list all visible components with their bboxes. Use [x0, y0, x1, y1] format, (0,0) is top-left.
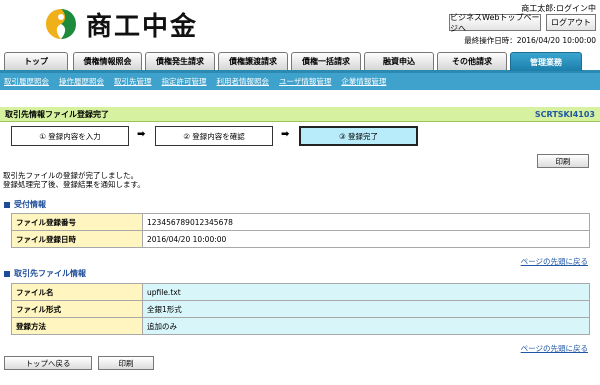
reception-info-table: ファイル登録番号 12345678901234567​8 ファイル登録日時 20…	[11, 213, 590, 248]
subnav-operation-history[interactable]: 操作履歴照会	[59, 76, 104, 87]
file-info-table: ファイル名 upfile.txt ファイル形式 全銀1形式 登録方法 追加のみ	[11, 283, 590, 335]
back-to-page-top-link[interactable]: ページの先頭に戻る	[521, 343, 588, 354]
table-row: ファイル名 upfile.txt	[11, 283, 590, 301]
tab-claim-inquiry[interactable]: 債権情報照会	[73, 52, 142, 70]
subnav-user-info-management[interactable]: ユーザ情報管理	[279, 76, 331, 87]
logo: 商工中金	[44, 6, 219, 42]
tab-other-requests[interactable]: その他請求	[437, 52, 507, 70]
step-confirm: ② 登録内容を確認	[155, 126, 273, 146]
file-registration-number: 12345678901234567​8	[142, 213, 590, 231]
print-button[interactable]: 印刷	[98, 356, 154, 370]
logout-button[interactable]: ログアウト	[546, 14, 596, 31]
file-registration-datetime: 2016/04/20 10:00:00	[142, 230, 590, 248]
subnav-designated-permission[interactable]: 指定許可管理	[162, 76, 207, 87]
step-arrow-icon: ➡	[137, 129, 146, 140]
tab-admin[interactable]: 管理業務	[510, 52, 582, 71]
subnav-partner-management[interactable]: 取引先管理	[114, 76, 152, 87]
logo-text: 商工中金	[86, 11, 199, 42]
file-info-heading: 取引先ファイル情報	[4, 268, 86, 279]
file-format: 全銀1形式	[142, 300, 590, 318]
field-label: ファイル名	[11, 283, 143, 301]
page-title-bar: 取引先情報ファイル登録完了 SCRTSKI4103	[0, 107, 600, 122]
tab-claim-transfer[interactable]: 債権譲渡請求	[218, 52, 288, 70]
step-complete: ③ 登録完了	[299, 126, 418, 146]
table-row: ファイル登録番号 12345678901234567​8	[11, 213, 590, 231]
reception-info-heading: 受付情報	[4, 199, 46, 210]
subnav-transaction-history[interactable]: 取引履歴照会	[4, 76, 49, 87]
table-row: 登録方法 追加のみ	[11, 317, 590, 335]
completion-message: 取引先ファイルの登録が完了しました。 登録処理完了後、登録結果を通知します。	[3, 171, 145, 189]
field-label: 登録方法	[11, 317, 143, 335]
print-button[interactable]: 印刷	[537, 154, 589, 168]
square-bullet-icon	[4, 270, 10, 277]
file-name: upfile.txt	[142, 283, 590, 301]
header: 商工中金 商工太郎:ログイン中 ビジネスWebトップページへ ログアウト 最終操…	[0, 0, 600, 48]
tab-top[interactable]: トップ	[4, 52, 68, 70]
table-row: ファイル形式 全銀1形式	[11, 300, 590, 318]
sub-navigation: 取引履歴照会 操作履歴照会 取引先管理 指定許可管理 利用者情報照会 ユーザ情報…	[0, 73, 600, 90]
back-to-top-button[interactable]: トップへ戻る	[4, 356, 92, 370]
table-row: ファイル登録日時 2016/04/20 10:00:00	[11, 230, 590, 248]
subnav-company-info-management[interactable]: 企業情報管理	[341, 76, 386, 87]
main-tabs: トップ 債権情報照会 債権発生請求 債権譲渡請求 債権一括請求 融資申込 その他…	[0, 52, 600, 73]
field-label: ファイル形式	[11, 300, 143, 318]
tab-bulk-request[interactable]: 債権一括請求	[291, 52, 361, 70]
subnav-user-info-inquiry[interactable]: 利用者情報照会	[217, 76, 270, 87]
step-input: ① 登録内容を入力	[11, 126, 129, 146]
field-label: ファイル登録番号	[11, 213, 143, 231]
tab-loan-application[interactable]: 融資申込	[364, 52, 434, 70]
square-bullet-icon	[4, 201, 10, 208]
back-to-page-top-link[interactable]: ページの先頭に戻る	[521, 256, 588, 267]
message-line: 取引先ファイルの登録が完了しました。	[3, 171, 138, 180]
field-label: ファイル登録日時	[11, 230, 143, 248]
page-title: 取引先情報ファイル登録完了	[5, 109, 109, 119]
registration-method: 追加のみ	[142, 317, 590, 335]
logo-mark-icon	[44, 7, 78, 41]
business-web-top-button[interactable]: ビジネスWebトップページへ	[449, 13, 541, 33]
message-line: 登録処理完了後、登録結果を通知します。	[3, 180, 145, 189]
screen-code: SCRTSKI4103	[534, 109, 595, 119]
step-arrow-icon: ➡	[281, 129, 290, 140]
tab-claim-issue[interactable]: 債権発生請求	[145, 52, 215, 70]
last-operation-time: 最終操作日時：2016/04/20 10:00:00	[464, 36, 596, 45]
